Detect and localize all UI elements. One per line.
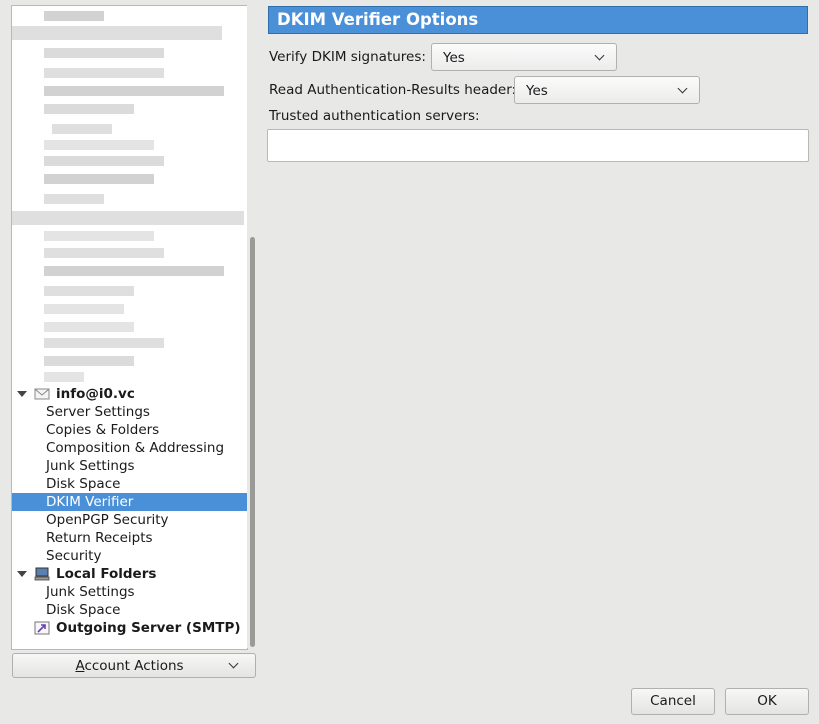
computer-icon [34,567,50,581]
tree-item-server-settings[interactable]: Server Settings [12,403,247,421]
collapse-arrow-icon[interactable] [17,571,27,577]
chevron-down-icon [594,50,605,61]
account-actions-button[interactable]: Account Actions [12,653,256,678]
scrollbar-thumb[interactable] [250,237,255,647]
verify-dkim-select[interactable]: Yes [431,43,617,71]
tree-item-local-junk-settings[interactable]: Junk Settings [12,583,247,601]
account-tree[interactable]: info@i0.vc Server Settings Copies & Fold… [11,5,248,650]
tree-item-copies-folders[interactable]: Copies & Folders [12,421,247,439]
local-folders-label: Local Folders [56,566,157,582]
tree-local-folders[interactable]: Local Folders [12,565,247,583]
tree-item-return-receipts[interactable]: Return Receipts [12,529,247,547]
verify-dkim-value: Yes [443,50,465,66]
outgoing-server-label: Outgoing Server (SMTP) [56,620,241,636]
collapse-arrow-icon[interactable] [17,391,27,397]
tree-item-openpgp-security[interactable]: OpenPGP Security [12,511,247,529]
trusted-servers-label: Trusted authentication servers: [269,108,480,124]
tree-item-security[interactable]: Security [12,547,247,565]
tree-item-composition[interactable]: Composition & Addressing [12,439,247,457]
verify-dkim-label: Verify DKIM signatures: [269,49,426,65]
mail-account-icon [34,388,50,400]
read-auth-label: Read Authentication-Results header: [269,82,517,98]
cancel-button[interactable]: Cancel [631,688,715,715]
account-actions-label: Account Actions [75,658,184,674]
tree-item-dkim-verifier[interactable]: DKIM Verifier [12,493,247,511]
page-title: DKIM Verifier Options [268,6,808,34]
chevron-down-icon [677,83,688,94]
read-auth-value: Yes [526,83,548,99]
tree-account-info[interactable]: info@i0.vc [12,385,247,403]
tree-outgoing-server[interactable]: Outgoing Server (SMTP) [12,619,247,637]
read-auth-select[interactable]: Yes [514,76,700,104]
trusted-servers-input[interactable] [267,129,809,162]
tree-item-local-disk-space[interactable]: Disk Space [12,601,247,619]
ok-button[interactable]: OK [725,688,809,715]
tree-item-disk-space[interactable]: Disk Space [12,475,247,493]
tree-item-junk-settings[interactable]: Junk Settings [12,457,247,475]
outgoing-server-icon [34,621,50,635]
tree-scrollbar[interactable] [247,5,258,648]
blurred-accounts [12,6,247,386]
account-name: info@i0.vc [56,386,135,402]
